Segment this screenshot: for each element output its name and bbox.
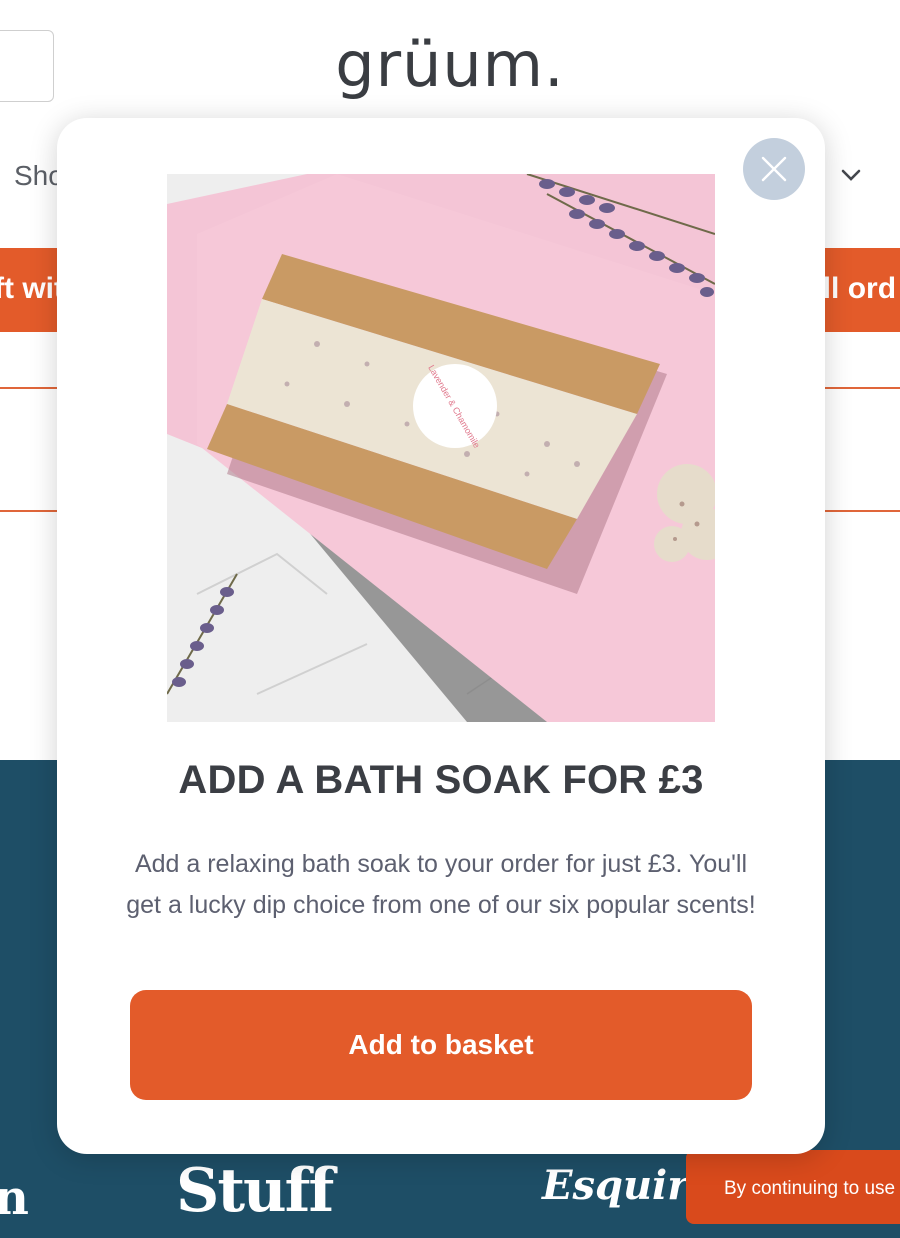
press-logo-partial: n — [0, 1170, 29, 1226]
promo-banner-left-text: ft wit — [0, 272, 64, 305]
close-icon — [761, 156, 787, 182]
cookie-banner-text: By continuing to use — [724, 1178, 896, 1199]
chevron-down-icon[interactable] — [838, 162, 864, 188]
close-button[interactable] — [743, 138, 805, 200]
modal-title: ADD A BATH SOAK FOR £3 — [178, 758, 704, 802]
cookie-banner[interactable]: By continuing to use — [686, 1150, 900, 1224]
add-to-basket-button[interactable]: Add to basket — [130, 990, 752, 1100]
brand-logo[interactable]: grüum. — [0, 28, 900, 101]
press-logo-stuff: Stuff — [176, 1156, 334, 1226]
modal-description: Add a relaxing bath soak to your order f… — [126, 850, 756, 919]
upsell-modal: Lavender & Chamomile ADD A BATH SOAK FOR… — [57, 118, 825, 1154]
product-image: Lavender & Chamomile — [167, 174, 715, 722]
